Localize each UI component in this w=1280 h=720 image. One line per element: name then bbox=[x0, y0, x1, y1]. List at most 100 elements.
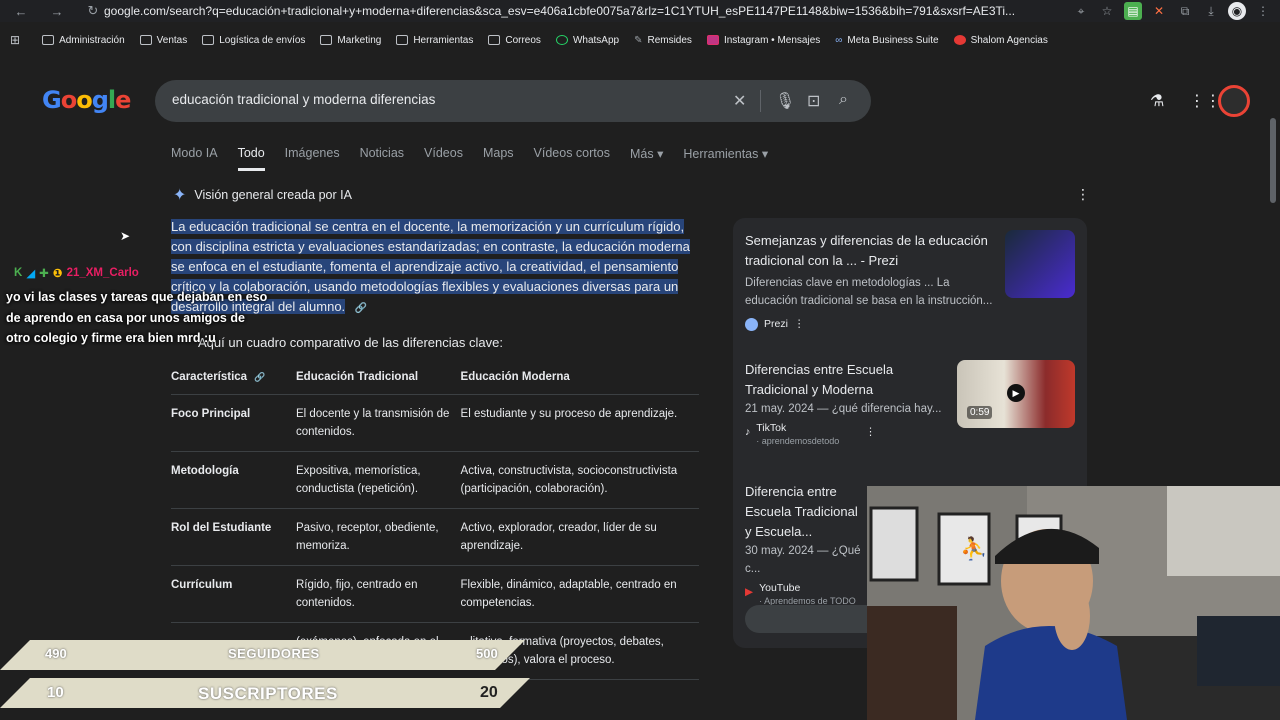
instagram-icon bbox=[706, 35, 719, 45]
menu-icon[interactable]: ⋮ bbox=[1254, 2, 1272, 20]
search-box[interactable]: educación tradicional y moderna diferenc… bbox=[155, 80, 871, 122]
meta-icon: ∞ bbox=[835, 34, 843, 46]
whatsapp-icon bbox=[555, 35, 568, 45]
bookmark-whatsapp[interactable]: WhatsApp bbox=[555, 35, 619, 46]
scrollbar[interactable] bbox=[1270, 118, 1276, 203]
comparison-table: Característica 🔗 Educación Tradicional E… bbox=[171, 362, 699, 680]
folder-icon bbox=[139, 35, 152, 45]
tab-todo[interactable]: Todo bbox=[237, 146, 265, 171]
row-modern: Activa, constructivista, socioconstructi… bbox=[460, 451, 699, 509]
source-thumbnail[interactable] bbox=[1005, 230, 1075, 298]
bookmark-administracion[interactable]: Administración bbox=[42, 35, 125, 46]
microphone-icon[interactable]: 🎙 bbox=[775, 91, 795, 111]
row-traditional: Pasivo, receptor, obediente, memoriza. bbox=[296, 508, 461, 566]
table-row: Rol del Estudiante Pasivo, receptor, obe… bbox=[171, 508, 699, 566]
tab-videos-cortos[interactable]: Vídeos cortos bbox=[534, 146, 610, 171]
source-card-tiktok[interactable]: Diferencias entre Escuela Tradicional y … bbox=[745, 360, 950, 448]
tab-modo-ia[interactable]: Modo IA bbox=[171, 146, 218, 171]
bookmark-correos[interactable]: Correos bbox=[488, 35, 541, 46]
show-all-button[interactable] bbox=[745, 605, 875, 633]
followers-label: SEGUIDORES bbox=[228, 646, 320, 661]
clear-icon[interactable]: ✕ bbox=[733, 91, 746, 111]
source-snippet: 30 may. 2024 — ¿Qué c... bbox=[745, 545, 861, 575]
row-traditional: Rígido, fijo, centrado en contenidos. bbox=[296, 565, 461, 623]
header-moderna: Educación Moderna bbox=[460, 362, 699, 395]
extensions-icon[interactable]: ⧉ bbox=[1176, 2, 1194, 20]
more-options-icon[interactable]: ⋮ bbox=[1076, 186, 1090, 203]
bookmark-meta[interactable]: ∞ Meta Business Suite bbox=[835, 35, 938, 46]
link-icon[interactable]: 🔗 bbox=[355, 303, 367, 314]
link-icon[interactable]: 🔗 bbox=[254, 372, 265, 382]
play-icon[interactable]: ▶ bbox=[1007, 384, 1025, 402]
source-title[interactable]: Semejanzas y diferencias de la educación… bbox=[745, 231, 997, 271]
source-title[interactable]: Diferencia entre Escuela Tradicional y E… bbox=[745, 482, 867, 542]
row-feature: Rol del Estudiante bbox=[171, 508, 296, 566]
account-avatar[interactable] bbox=[1218, 85, 1250, 117]
more-icon[interactable]: ⋮ bbox=[865, 422, 876, 442]
more-icon[interactable]: ⋮ bbox=[794, 314, 805, 334]
bookmark-instagram[interactable]: Instagram • Mensajes bbox=[706, 35, 820, 46]
location-icon[interactable]: ⌖ bbox=[1072, 2, 1090, 20]
apps-icon[interactable]: ⊞ bbox=[10, 33, 20, 47]
source-site: Prezi ⋮ bbox=[745, 314, 997, 334]
mouse-cursor-icon: ➤ bbox=[120, 229, 131, 243]
source-site: ♪ TikTok · aprendemosdetodo ⋮ bbox=[745, 422, 876, 446]
extension-green-icon[interactable]: ▤ bbox=[1124, 2, 1142, 20]
labs-icon[interactable]: ⚗ bbox=[1150, 91, 1164, 111]
search-input[interactable]: educación tradicional y moderna diferenc… bbox=[172, 92, 435, 107]
source-card-prezi[interactable]: Semejanzas y diferencias de la educación… bbox=[745, 231, 997, 334]
extension-orange-icon[interactable]: ✕ bbox=[1150, 2, 1168, 20]
address-bar[interactable]: google.com/search?q=educación+tradiciona… bbox=[104, 0, 1104, 22]
video-thumbnail[interactable]: ▶ 0:59 bbox=[957, 360, 1075, 428]
search-tabs: Modo IA Todo Imágenes Noticias Vídeos Ma… bbox=[171, 146, 788, 171]
source-title[interactable]: Diferencias entre Escuela Tradicional y … bbox=[745, 360, 950, 400]
chat-message: yo vi las clases y tareas que dejaban en… bbox=[6, 290, 268, 345]
bookmark-remsides[interactable]: ✎ Remsides bbox=[634, 35, 692, 46]
row-feature: Metodología bbox=[171, 451, 296, 509]
ai-sparkle-icon: ✦ bbox=[173, 187, 187, 204]
youtube-icon: ▶ bbox=[745, 586, 754, 598]
row-traditional: El docente y la transmisión de contenido… bbox=[296, 394, 461, 452]
bookmarks-bar: ⊞ Administración Ventas Logística de env… bbox=[0, 28, 1280, 52]
subscribers-label: SUSCRIPTORES bbox=[198, 684, 338, 703]
bookmark-logistica[interactable]: Logística de envíos bbox=[202, 35, 305, 46]
bookmark-herramientas[interactable]: Herramientas bbox=[396, 35, 473, 46]
bookmark-star-icon[interactable]: ☆ bbox=[1098, 2, 1116, 20]
tab-noticias[interactable]: Noticias bbox=[360, 146, 404, 171]
lens-icon[interactable]: ⊡ bbox=[807, 91, 820, 111]
table-row: Currículum Rígido, fijo, centrado en con… bbox=[171, 565, 699, 623]
folder-icon bbox=[396, 35, 409, 45]
tab-imagenes[interactable]: Imágenes bbox=[285, 146, 340, 171]
search-icon[interactable]: ⌕ bbox=[839, 91, 848, 109]
bookmark-marketing[interactable]: Marketing bbox=[320, 35, 381, 46]
tab-maps[interactable]: Maps bbox=[483, 146, 514, 171]
bookmark-shalom[interactable]: Shalom Agencias bbox=[953, 35, 1048, 46]
subscribers-current: 10 bbox=[47, 684, 64, 701]
row-traditional: Expositiva, memorística, conductista (re… bbox=[296, 451, 461, 509]
subscribers-goal: 20 bbox=[480, 684, 498, 701]
divider bbox=[760, 90, 761, 112]
badge-icon: ✚ bbox=[39, 268, 49, 280]
back-icon[interactable]: ← bbox=[10, 4, 32, 19]
prezi-icon bbox=[745, 317, 758, 331]
google-logo[interactable]: Google bbox=[42, 86, 131, 114]
profile-icon[interactable]: ◉ bbox=[1228, 2, 1246, 20]
google-apps-icon[interactable]: ⋮⋮ bbox=[1189, 91, 1221, 111]
folder-icon bbox=[202, 35, 215, 45]
reload-icon[interactable]: ↻ bbox=[82, 3, 104, 19]
source-card-youtube[interactable]: Diferencia entre Escuela Tradicional y E… bbox=[745, 482, 867, 608]
webcam-overlay: ⛹ bbox=[867, 486, 1280, 720]
forward-icon[interactable]: → bbox=[46, 4, 68, 19]
tab-mas[interactable]: Más ▾ bbox=[630, 146, 663, 171]
row-modern: Flexible, dinámico, adaptable, centrado … bbox=[460, 565, 699, 623]
tiktok-icon: ♪ bbox=[745, 426, 751, 438]
svg-text:⛹: ⛹ bbox=[960, 535, 987, 561]
downloads-icon[interactable]: ⤓ bbox=[1202, 2, 1220, 20]
followers-goal: 500 bbox=[476, 646, 498, 661]
tab-videos[interactable]: Vídeos bbox=[424, 146, 463, 171]
tab-herramientas[interactable]: Herramientas ▾ bbox=[683, 146, 768, 171]
folder-icon bbox=[320, 35, 333, 45]
chat-username: K ◢ ✚ ❶ 21_XM_Carlo bbox=[14, 267, 139, 280]
bookmark-ventas[interactable]: Ventas bbox=[139, 35, 187, 46]
row-modern: El estudiante y su proceso de aprendizaj… bbox=[460, 394, 699, 452]
